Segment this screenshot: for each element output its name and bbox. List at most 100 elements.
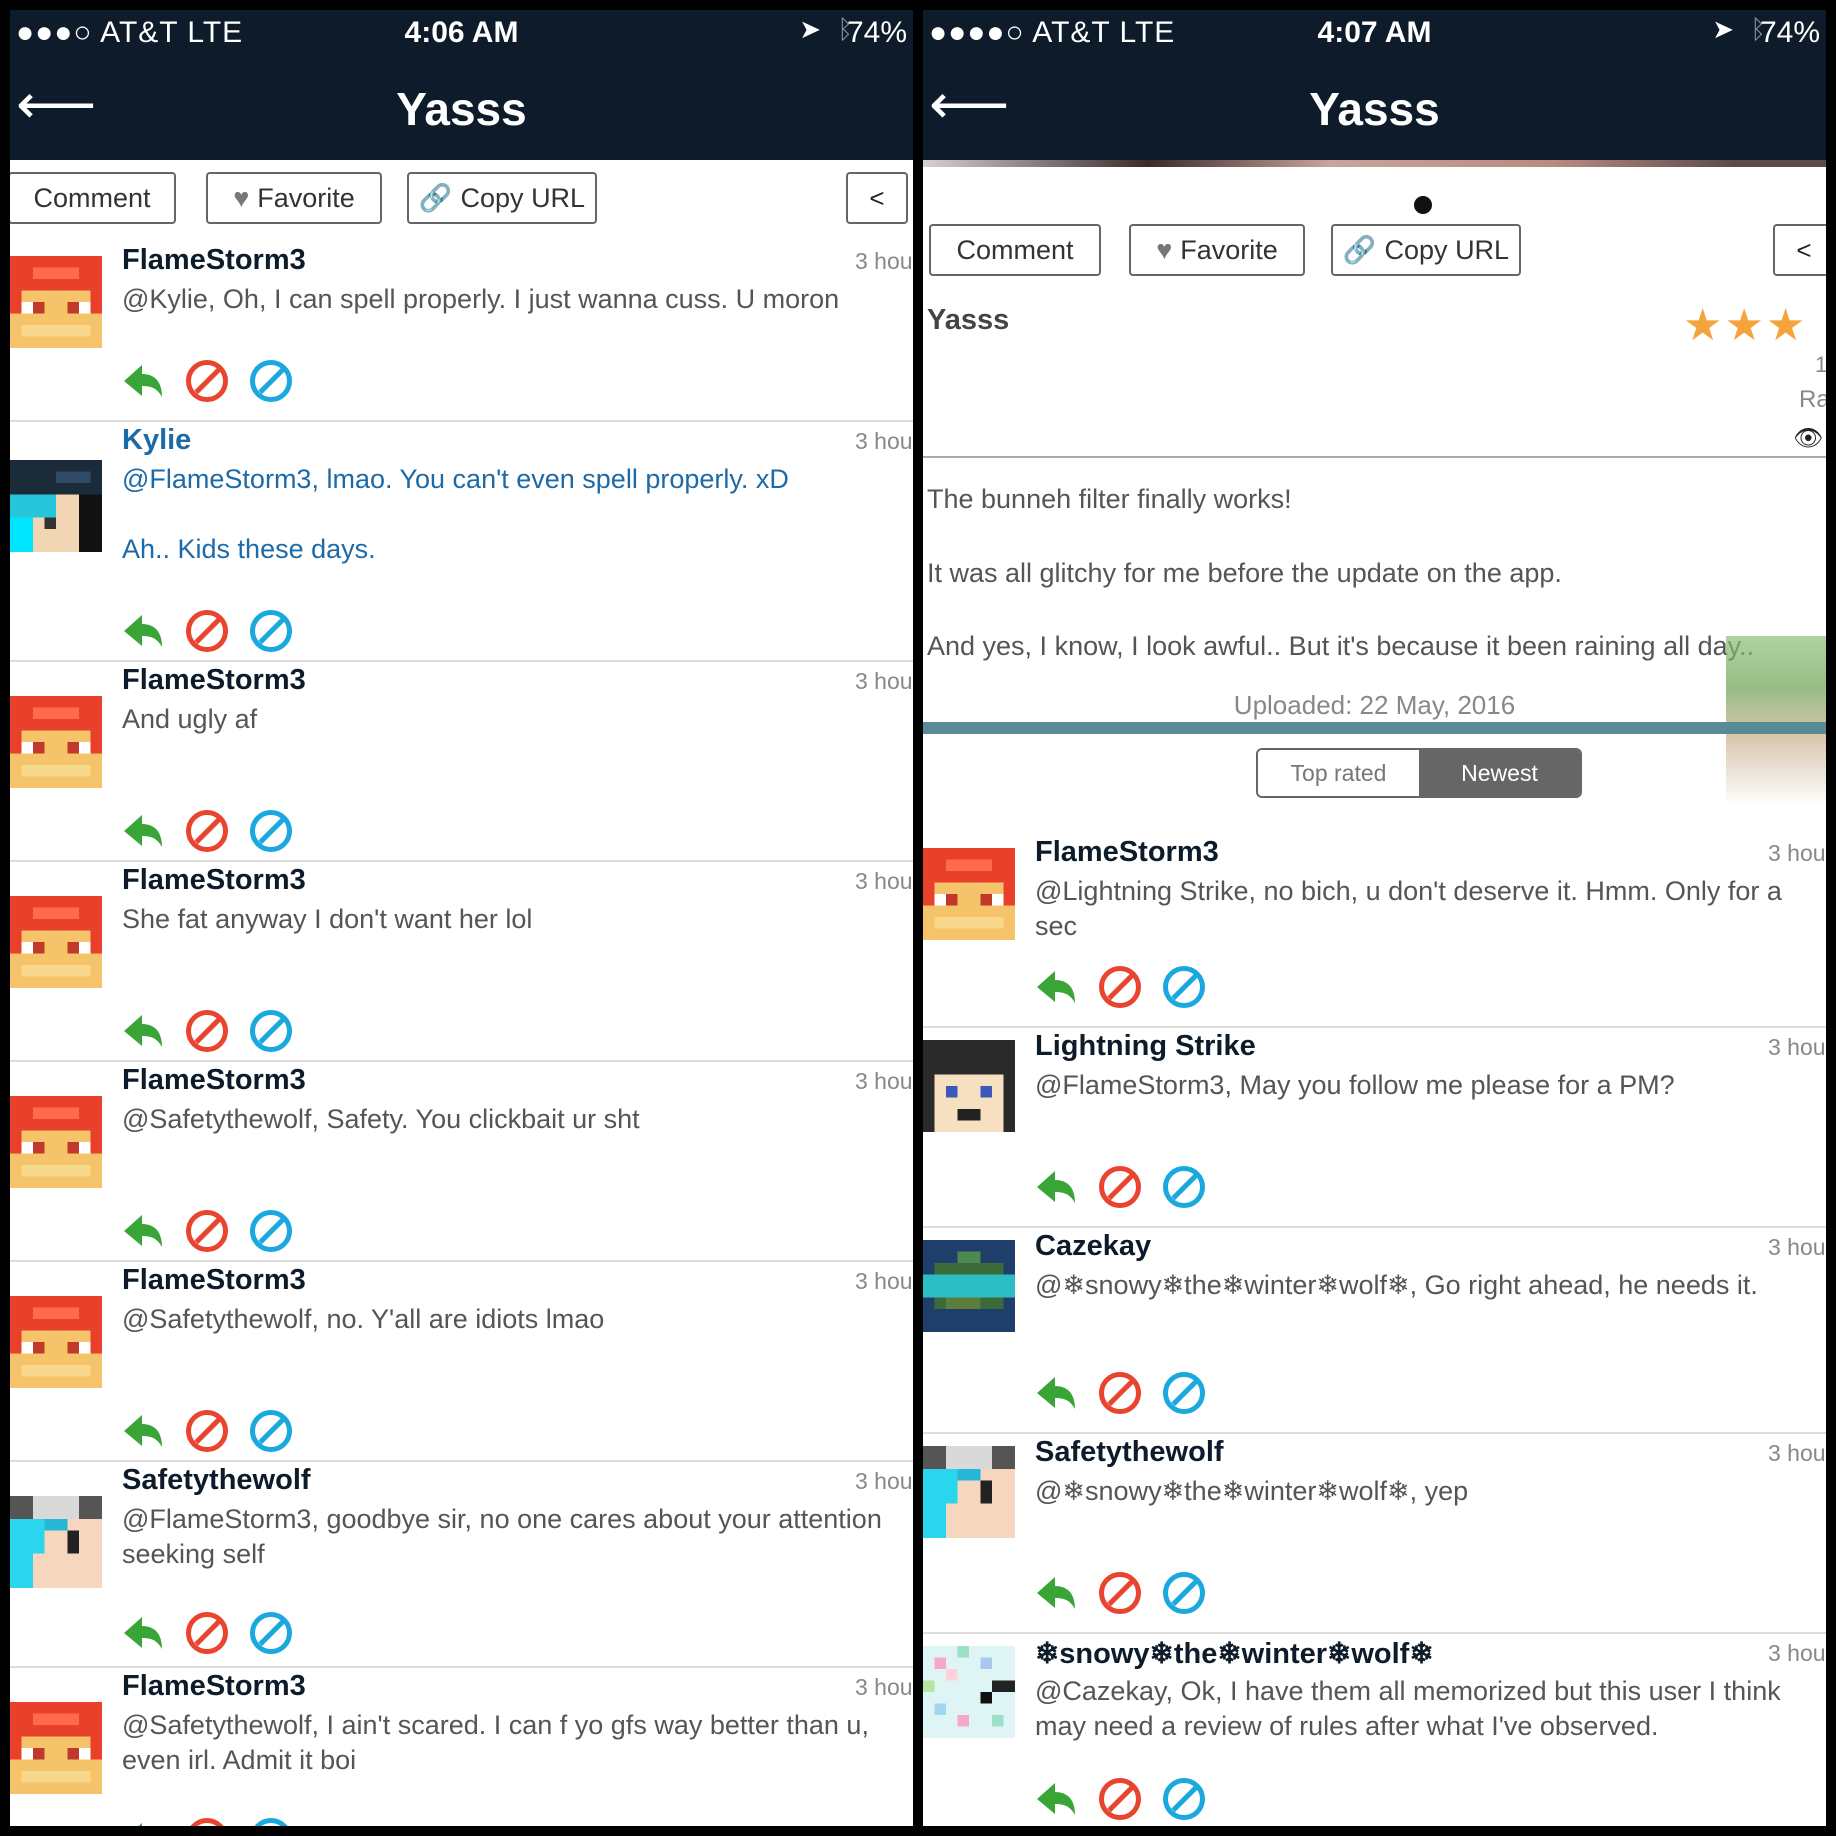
- avatar[interactable]: [10, 1702, 102, 1794]
- block-icon[interactable]: [186, 360, 228, 402]
- block-icon[interactable]: [186, 810, 228, 852]
- comment-author[interactable]: FlameStorm3: [122, 244, 306, 277]
- copy-url-button[interactable]: 🔗 Copy URL: [1331, 224, 1521, 276]
- reply-icon[interactable]: [1035, 1778, 1077, 1820]
- report-icon[interactable]: [1163, 1372, 1205, 1414]
- block-icon[interactable]: [186, 1010, 228, 1052]
- favorite-button[interactable]: ♥ Favorite: [1129, 224, 1305, 276]
- reply-icon[interactable]: [1035, 1572, 1077, 1614]
- reply-icon[interactable]: [122, 610, 164, 652]
- comment-text: @Cazekay, Ok, I have them all memorized …: [1035, 1676, 1781, 1741]
- reply-icon[interactable]: [1035, 966, 1077, 1008]
- comment-button[interactable]: Comment: [10, 172, 176, 224]
- comment-author[interactable]: ❄snowy❄the❄winter❄wolf❄: [1035, 1636, 1434, 1671]
- comment-actions: [1035, 1166, 1215, 1214]
- comment-author[interactable]: FlameStorm3: [122, 1670, 306, 1703]
- page-indicator-dot: [1414, 196, 1432, 214]
- block-icon[interactable]: [186, 1410, 228, 1452]
- report-icon[interactable]: [1163, 1166, 1205, 1208]
- report-icon[interactable]: [250, 1612, 292, 1654]
- avatar[interactable]: [10, 696, 102, 788]
- tab-newest[interactable]: Newest: [1419, 750, 1580, 796]
- block-icon[interactable]: [186, 1612, 228, 1654]
- avatar[interactable]: [923, 848, 1015, 940]
- comment-author[interactable]: FlameStorm3: [1035, 836, 1219, 869]
- comment-actions: [122, 360, 302, 408]
- decorative-block-image: [1726, 636, 1826, 806]
- reply-icon[interactable]: [122, 1210, 164, 1252]
- report-icon[interactable]: [250, 610, 292, 652]
- comment-author[interactable]: Safetythewolf: [122, 1464, 311, 1497]
- comment-item: FlameStorm3 3 hours ago She fat anyway I d…: [10, 862, 913, 1062]
- comment-author[interactable]: FlameStorm3: [122, 1064, 306, 1097]
- share-icon[interactable]: <: [1773, 224, 1826, 276]
- comment-item: Cazekay 3 hours ago @❄snowy❄the❄winter❄wol…: [923, 1228, 1826, 1434]
- avatar[interactable]: [10, 1496, 102, 1588]
- reply-icon[interactable]: [122, 810, 164, 852]
- block-icon[interactable]: [1099, 1572, 1141, 1614]
- block-icon[interactable]: [1099, 1166, 1141, 1208]
- report-icon[interactable]: [1163, 966, 1205, 1008]
- ratings-label: Ra: [1799, 386, 1826, 413]
- comment-item: FlameStorm3 3 hours ago @Safetythewolf, no…: [10, 1262, 913, 1462]
- comment-author[interactable]: Kylie: [122, 424, 191, 457]
- comment-author[interactable]: FlameStorm3: [122, 1264, 306, 1297]
- avatar[interactable]: [923, 1240, 1015, 1332]
- share-icon[interactable]: <: [846, 172, 908, 224]
- report-icon[interactable]: [250, 1410, 292, 1452]
- avatar[interactable]: [10, 896, 102, 988]
- avatar[interactable]: [10, 256, 102, 348]
- comment-author[interactable]: Lightning Strike: [1035, 1030, 1256, 1063]
- photo-strip: [923, 160, 1826, 167]
- report-icon[interactable]: [250, 360, 292, 402]
- rating-value: 1: [1815, 352, 1826, 377]
- star-rating[interactable]: ★★★: [1683, 300, 1807, 351]
- avatar[interactable]: [923, 1446, 1015, 1538]
- tab-top-rated[interactable]: Top rated: [1258, 750, 1419, 796]
- block-icon[interactable]: [1099, 1778, 1141, 1820]
- favorite-button[interactable]: ♥ Favorite: [206, 172, 382, 224]
- block-icon[interactable]: [1099, 1372, 1141, 1414]
- comment-actions: [122, 610, 302, 658]
- avatar[interactable]: [923, 1040, 1015, 1132]
- block-icon[interactable]: [186, 610, 228, 652]
- comment-actions: [122, 1010, 302, 1058]
- block-icon[interactable]: [186, 1210, 228, 1252]
- report-icon[interactable]: [1163, 1778, 1205, 1820]
- comment-author[interactable]: Safetythewolf: [1035, 1436, 1224, 1469]
- report-icon[interactable]: [250, 1210, 292, 1252]
- comment-author[interactable]: Cazekay: [1035, 1230, 1151, 1263]
- comment-time: 3 hours ago: [855, 668, 913, 694]
- battery-label: 74%: [1759, 16, 1820, 49]
- report-icon[interactable]: [250, 810, 292, 852]
- block-icon[interactable]: [186, 1818, 228, 1826]
- page-title: Yasss: [1309, 83, 1440, 135]
- avatar[interactable]: [10, 1096, 102, 1188]
- nav-bar: ⟵ Yasss: [10, 58, 913, 160]
- star-icon: ★: [1683, 301, 1725, 350]
- report-icon[interactable]: [250, 1010, 292, 1052]
- report-icon[interactable]: [1163, 1572, 1205, 1614]
- upload-date: Uploaded: 22 May, 2016: [1233, 690, 1516, 720]
- comment-text: @FlameStorm3, lmao. You can't even spell…: [122, 464, 789, 494]
- reply-icon[interactable]: [122, 1410, 164, 1452]
- reply-icon[interactable]: [122, 1612, 164, 1654]
- copy-url-button[interactable]: 🔗 Copy URL: [407, 172, 597, 224]
- report-icon[interactable]: [250, 1818, 292, 1826]
- comment-time: 3 hours ago: [855, 428, 913, 454]
- reply-icon[interactable]: [122, 1818, 164, 1826]
- avatar[interactable]: [10, 460, 102, 552]
- comment-item: FlameStorm3 3 hours ago @Lightning Strike,…: [923, 834, 1826, 1028]
- block-icon[interactable]: [1099, 966, 1141, 1008]
- comment-author[interactable]: FlameStorm3: [122, 864, 306, 897]
- avatar[interactable]: [10, 1296, 102, 1388]
- reply-icon[interactable]: [122, 360, 164, 402]
- sort-tabs: Top rated Newest: [1256, 748, 1582, 798]
- comment-button[interactable]: Comment: [929, 224, 1101, 276]
- reply-icon[interactable]: [1035, 1166, 1077, 1208]
- comment-author[interactable]: FlameStorm3: [122, 664, 306, 697]
- avatar[interactable]: [923, 1646, 1015, 1738]
- reply-icon[interactable]: [1035, 1372, 1077, 1414]
- reply-icon[interactable]: [122, 1010, 164, 1052]
- eye-icon: 👁: [1793, 425, 1824, 452]
